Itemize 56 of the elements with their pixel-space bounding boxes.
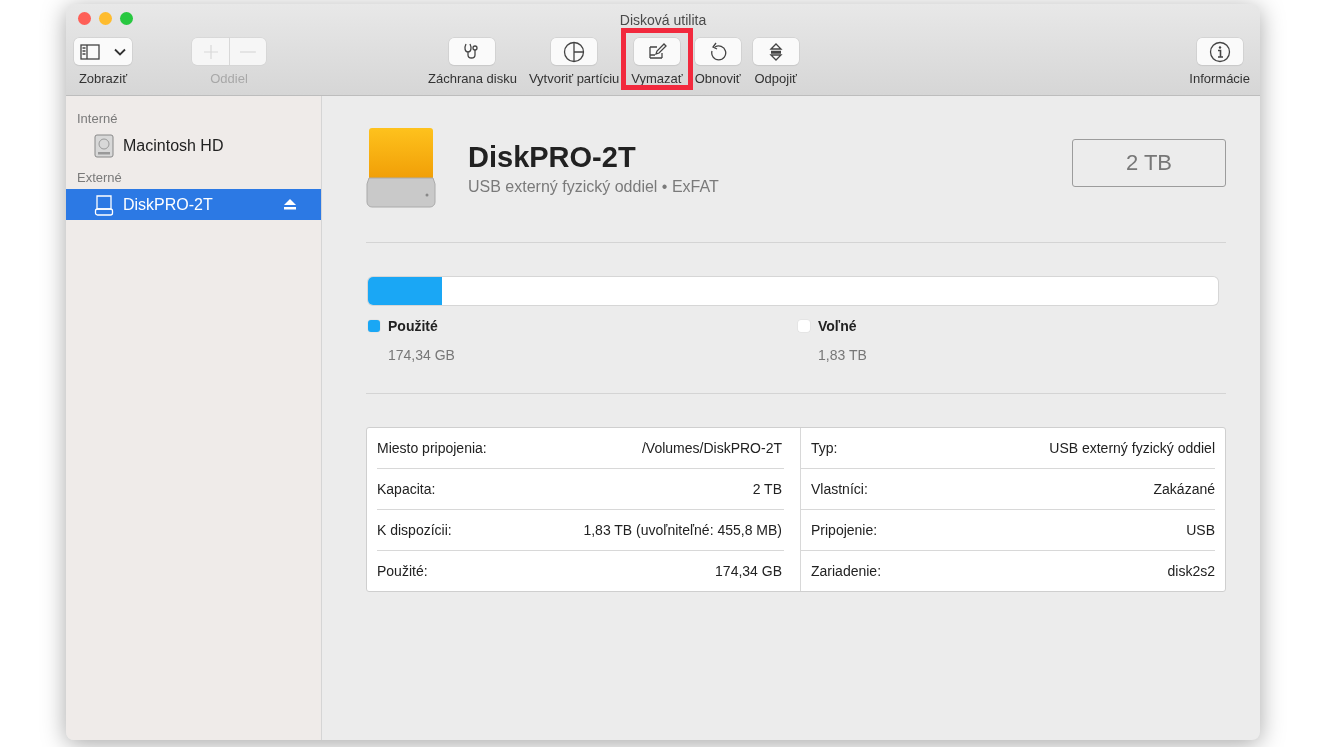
field-value: USB xyxy=(1186,522,1215,538)
toolbar-button[interactable] xyxy=(752,38,799,65)
sidebar-icon xyxy=(80,43,100,60)
field-value: 2 TB xyxy=(752,481,782,497)
field-label: Zariadenie: xyxy=(811,563,882,579)
field-label: Pripojenie: xyxy=(811,522,878,538)
legend-label: Voľné xyxy=(818,318,857,334)
toolbar-button[interactable] xyxy=(1196,38,1243,65)
volume-name: DiskPRO-2T xyxy=(468,140,637,174)
sidebar-item[interactable]: Macintosh HD xyxy=(66,130,321,161)
toolbar-button[interactable] xyxy=(633,38,680,65)
field-value: 1,83 TB (uvoľniteľné: 455,8 MB) xyxy=(583,522,782,538)
toolbar-label: Odpojiť xyxy=(754,71,797,88)
close-button[interactable] xyxy=(78,12,91,25)
field-value: /Volumes/DiskPRO-2T xyxy=(641,440,782,456)
field-label: Použité: xyxy=(377,563,428,579)
toolbar-label: Obnoviť xyxy=(694,71,741,88)
toolbar-label: Záchrana disku xyxy=(428,71,517,88)
up-down-arrows-icon xyxy=(768,41,783,62)
info-icon xyxy=(1208,40,1231,63)
legend-value: 1,83 TB xyxy=(818,347,868,363)
eject-icon[interactable] xyxy=(284,199,296,210)
view-menu-button[interactable] xyxy=(74,38,132,65)
toolbar-label: Informácie xyxy=(1189,71,1250,88)
legend-value: 174,34 GB xyxy=(388,347,456,363)
chevron-down-icon xyxy=(114,47,126,56)
section-heading: Externé xyxy=(76,169,123,187)
pencil-pad-icon xyxy=(646,42,667,61)
toolbar-label: Vytvoriť partíciu xyxy=(528,71,620,88)
field-value: disk2s2 xyxy=(1167,563,1215,579)
field-value: Zakázané xyxy=(1153,481,1215,497)
plus-icon xyxy=(202,43,219,60)
field-label: Vlastníci: xyxy=(811,481,868,497)
drive-icon xyxy=(94,193,114,216)
toolbar-button[interactable] xyxy=(694,38,741,65)
toolbar-label: Zobraziť xyxy=(78,71,128,88)
field-value: USB externý fyzický oddiel xyxy=(1049,440,1215,456)
toolbar-button[interactable] xyxy=(449,38,496,65)
legend-label: Použité xyxy=(388,318,438,334)
field-value: 174,34 GB xyxy=(715,563,782,579)
pie-chart-icon xyxy=(563,40,586,63)
capacity-box: 2 TB xyxy=(1072,139,1226,187)
highlight-frame xyxy=(621,28,693,90)
volume-description: USB externý fyzický oddiel • ExFAT xyxy=(468,177,720,196)
toolbar-button[interactable] xyxy=(551,38,598,65)
sidebar-item[interactable]: DiskPRO-2T xyxy=(66,189,321,220)
section-heading: Interné xyxy=(76,110,119,128)
hard-drive-icon xyxy=(94,133,114,158)
field-label: K dispozícii: xyxy=(377,522,452,538)
field-label: Typ: xyxy=(811,440,838,456)
window-title: Disková utilita xyxy=(619,11,707,28)
external-drive-icon xyxy=(366,128,436,208)
field-label: Miesto pripojenia: xyxy=(377,440,487,456)
undo-arrow-icon xyxy=(708,41,727,62)
field-label: Kapacita: xyxy=(377,481,436,497)
toolbar-label: Vymazať xyxy=(631,71,683,88)
